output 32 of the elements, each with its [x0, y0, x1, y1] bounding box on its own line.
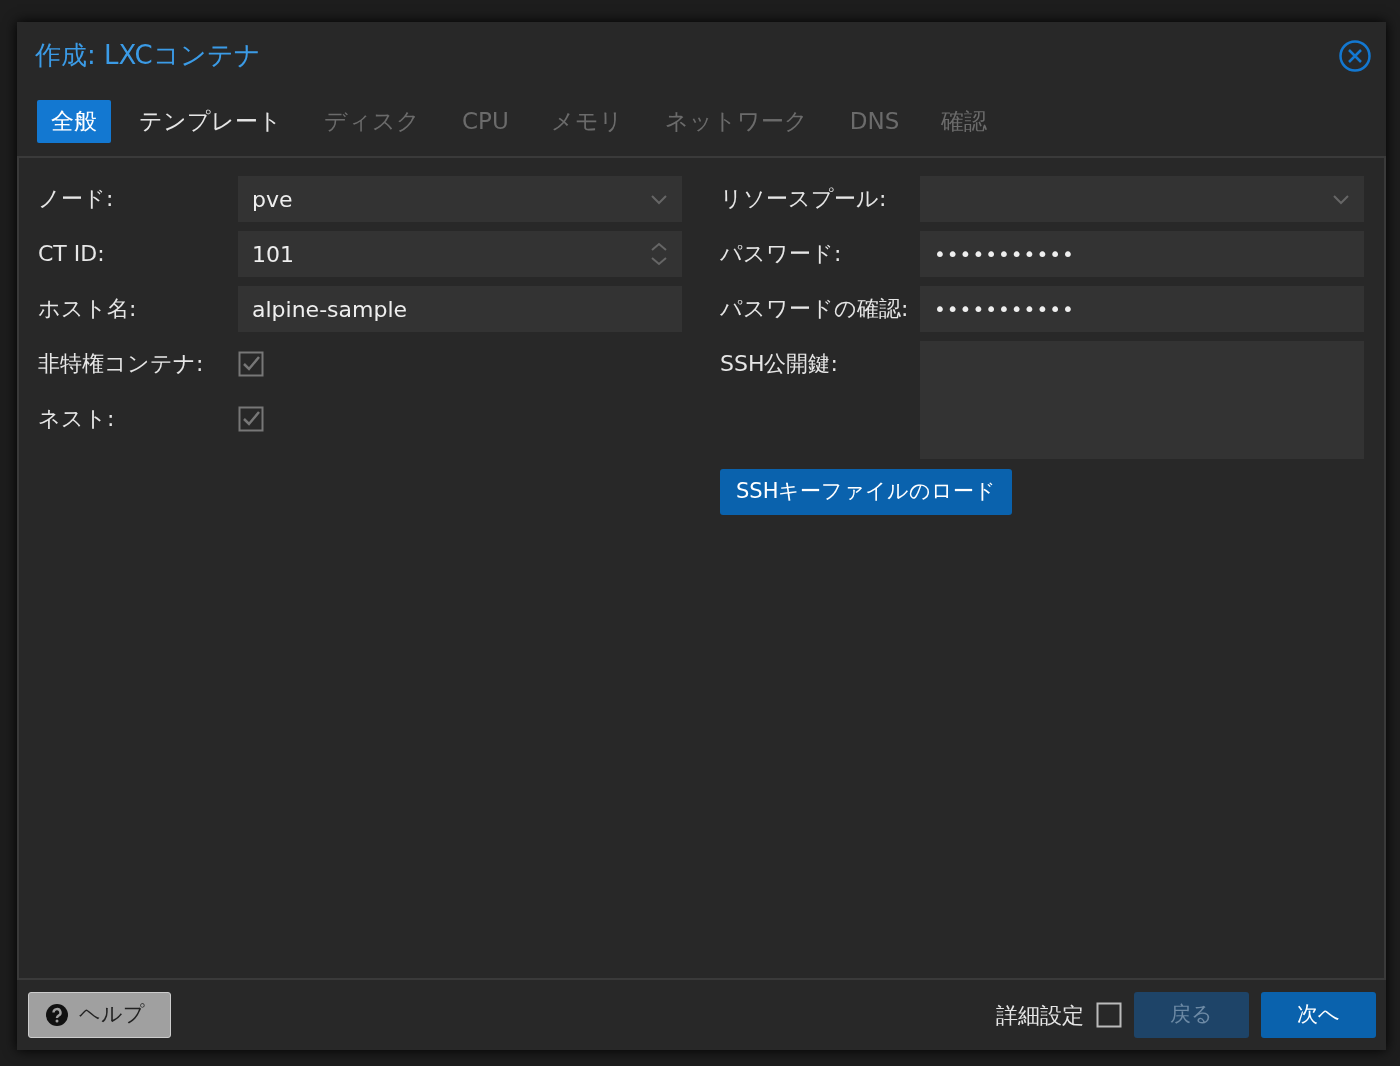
help-icon — [45, 1003, 69, 1027]
input-field[interactable]: ••••••••••• — [920, 286, 1364, 332]
spinner-arrows-icon — [650, 242, 668, 266]
input-field[interactable]: alpine-sample — [238, 286, 682, 332]
input-field[interactable]: ••••••••••• — [920, 231, 1364, 277]
tab[interactable]: テンプレート — [125, 100, 296, 143]
chevron-down-icon — [650, 193, 668, 205]
tab[interactable]: 全般 — [37, 100, 111, 143]
load-key-button[interactable]: SSHキーファイルのロード — [720, 469, 1013, 515]
checkbox[interactable] — [238, 351, 264, 377]
help-button[interactable]: ヘルプ — [28, 992, 171, 1038]
field-label: パスワードの確認: — [720, 295, 910, 323]
field-label: CT ID: — [38, 240, 106, 268]
field-label: ホスト名: — [38, 295, 138, 323]
field-label: ネスト: — [38, 405, 116, 433]
field-value: 101 — [252, 240, 295, 269]
checkbox[interactable] — [1096, 1002, 1122, 1028]
number-field[interactable]: 101 — [238, 231, 682, 277]
field-label: リソースプール: — [720, 185, 888, 213]
field-value: pve — [252, 185, 294, 214]
field-label: ノード: — [38, 185, 115, 213]
chevron-down-icon — [1332, 193, 1350, 205]
close-icon[interactable] — [1338, 39, 1372, 73]
field-label: 非特権コンテナ: — [38, 350, 205, 378]
field-label: SSH公開鍵: — [720, 350, 839, 378]
checkbox[interactable] — [238, 406, 264, 432]
field-label: パスワード: — [720, 240, 843, 268]
next-button[interactable]: 次へ — [1261, 992, 1376, 1038]
dropdown-field[interactable]: pve — [238, 176, 682, 222]
dropdown-field[interactable] — [920, 176, 1364, 222]
advanced-label: 詳細設定 — [996, 1001, 1084, 1030]
dialog-title: 作成: LXCコンテナ — [35, 39, 261, 72]
